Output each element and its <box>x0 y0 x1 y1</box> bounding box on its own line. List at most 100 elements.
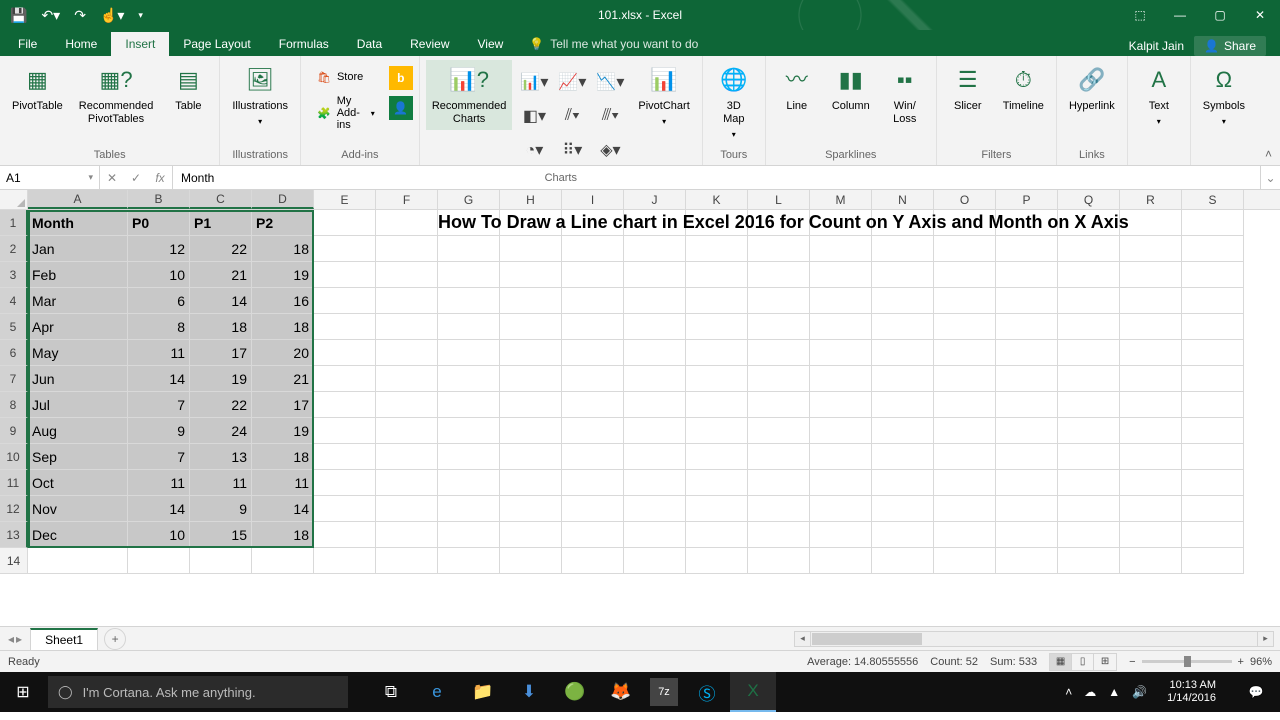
cell[interactable]: Jan <box>28 236 128 262</box>
cell[interactable] <box>810 314 872 340</box>
stock-chart-icon[interactable]: 📉▾ <box>596 72 624 92</box>
cell[interactable] <box>748 470 810 496</box>
cell[interactable] <box>624 288 686 314</box>
cell[interactable] <box>748 418 810 444</box>
normal-view-icon[interactable]: ▦ <box>1050 654 1072 670</box>
table-button[interactable]: ▤Table <box>163 60 213 117</box>
cell[interactable] <box>1120 418 1182 444</box>
cell[interactable] <box>1182 522 1244 548</box>
cell[interactable] <box>748 236 810 262</box>
row-header[interactable]: 6 <box>0 340 28 366</box>
cell[interactable] <box>686 548 748 574</box>
cell[interactable] <box>438 522 500 548</box>
cell[interactable] <box>748 496 810 522</box>
cell[interactable] <box>934 314 996 340</box>
cell[interactable] <box>810 418 872 444</box>
combo-chart-icon[interactable]: ⫻▾ <box>602 107 619 125</box>
cell[interactable] <box>1120 444 1182 470</box>
cell[interactable]: 18 <box>190 314 252 340</box>
cell[interactable] <box>376 314 438 340</box>
clock[interactable]: 10:13 AM1/14/2016 <box>1159 679 1224 705</box>
minimize-icon[interactable]: — <box>1160 0 1200 30</box>
sheet-nav-prev-icon[interactable]: ◂ <box>8 632 14 646</box>
cell[interactable] <box>500 548 562 574</box>
fx-icon[interactable]: fx <box>148 171 172 185</box>
cell[interactable]: 11 <box>128 340 190 366</box>
cell[interactable] <box>1058 314 1120 340</box>
add-sheet-button[interactable]: + <box>104 628 126 650</box>
sheet-tab[interactable]: Sheet1 <box>30 628 98 650</box>
cell[interactable] <box>1058 444 1120 470</box>
row-header[interactable]: 1 <box>0 210 28 236</box>
cell[interactable] <box>1120 236 1182 262</box>
cell[interactable]: 9 <box>128 418 190 444</box>
cell[interactable] <box>686 418 748 444</box>
slicer-button[interactable]: ☰Slicer <box>943 60 993 117</box>
cell[interactable] <box>624 366 686 392</box>
defender-icon[interactable]: ▲ <box>1108 685 1120 699</box>
cell[interactable] <box>314 444 376 470</box>
cell[interactable]: P2 <box>252 210 314 236</box>
undo-icon[interactable]: ↶▾ <box>41 7 60 24</box>
cell[interactable] <box>996 288 1058 314</box>
cell[interactable] <box>500 340 562 366</box>
cell[interactable] <box>748 366 810 392</box>
cell[interactable]: Month <box>28 210 128 236</box>
ribbon-options-icon[interactable]: ⬚ <box>1120 0 1160 30</box>
cell[interactable] <box>624 236 686 262</box>
cell[interactable] <box>314 340 376 366</box>
cell[interactable] <box>872 392 934 418</box>
cell[interactable] <box>376 444 438 470</box>
cell[interactable] <box>872 366 934 392</box>
cell[interactable] <box>1182 392 1244 418</box>
cell[interactable] <box>934 392 996 418</box>
spreadsheet-grid[interactable]: ABCDEFGHIJKLMNOPQRS 1234567891011121314 … <box>0 190 1280 626</box>
cell[interactable] <box>624 470 686 496</box>
hierarchy-chart-icon[interactable]: ◧▾ <box>523 106 546 126</box>
cell[interactable] <box>1058 366 1120 392</box>
cell[interactable] <box>500 366 562 392</box>
cell[interactable] <box>934 288 996 314</box>
formula-bar[interactable]: Month <box>173 166 1260 189</box>
cell[interactable] <box>562 444 624 470</box>
cell[interactable] <box>190 548 252 574</box>
tab-formulas[interactable]: Formulas <box>265 32 343 56</box>
cell[interactable]: 17 <box>252 392 314 418</box>
cell[interactable] <box>562 548 624 574</box>
tab-home[interactable]: Home <box>51 32 111 56</box>
cell[interactable] <box>624 496 686 522</box>
column-header[interactable]: M <box>810 190 872 209</box>
cell[interactable] <box>624 340 686 366</box>
column-header[interactable]: G <box>438 190 500 209</box>
bing-icon[interactable]: b <box>389 66 413 90</box>
cell[interactable] <box>1120 470 1182 496</box>
cell[interactable]: 15 <box>190 522 252 548</box>
skype-icon[interactable]: Ⓢ <box>684 672 730 712</box>
cell[interactable]: Jun <box>28 366 128 392</box>
row-header[interactable]: 7 <box>0 366 28 392</box>
cell[interactable] <box>996 418 1058 444</box>
cell[interactable]: 11 <box>128 470 190 496</box>
cell[interactable] <box>1182 470 1244 496</box>
cell[interactable] <box>562 314 624 340</box>
cell[interactable] <box>934 418 996 444</box>
cell[interactable] <box>624 392 686 418</box>
cell[interactable] <box>376 340 438 366</box>
cell[interactable] <box>1058 522 1120 548</box>
cell[interactable] <box>562 236 624 262</box>
cell[interactable] <box>438 470 500 496</box>
row-header[interactable]: 12 <box>0 496 28 522</box>
expand-formula-icon[interactable]: ⌄ <box>1260 166 1280 189</box>
cell[interactable] <box>1058 548 1120 574</box>
cell[interactable] <box>996 522 1058 548</box>
cell[interactable]: 8 <box>128 314 190 340</box>
cell[interactable]: 19 <box>190 366 252 392</box>
cell[interactable]: Dec <box>28 522 128 548</box>
downloads-icon[interactable]: ⬇ <box>506 672 552 712</box>
cell[interactable] <box>810 392 872 418</box>
column-header[interactable]: K <box>686 190 748 209</box>
cell[interactable]: 20 <box>252 340 314 366</box>
cell[interactable] <box>996 392 1058 418</box>
cell[interactable] <box>624 548 686 574</box>
cell[interactable] <box>314 366 376 392</box>
